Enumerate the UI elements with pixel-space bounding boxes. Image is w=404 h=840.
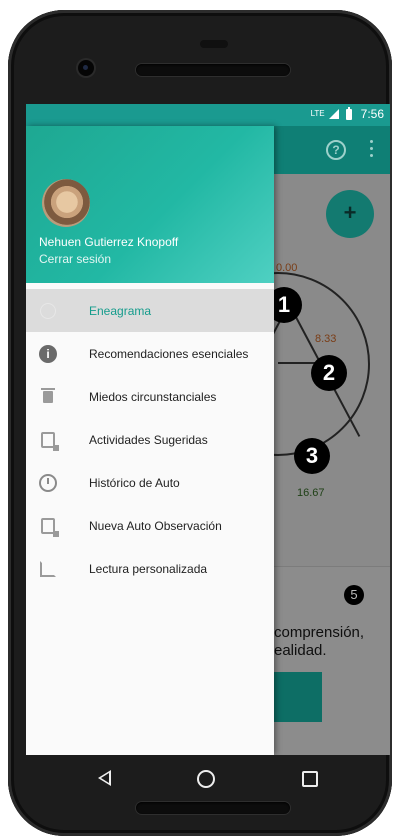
earpiece-speaker: [136, 64, 290, 76]
score-right: 8.33: [315, 333, 337, 345]
action-button[interactable]: [274, 672, 322, 722]
add-button[interactable]: +: [326, 190, 374, 238]
description-line-2: ealidad.: [274, 642, 327, 659]
drawer-menu: Eneagrama i Recomendaciones esenciales M…: [26, 289, 274, 590]
enneagram-number-3[interactable]: 3: [294, 438, 330, 474]
drawer-header: Nehuen Gutierrez Knopoff Cerrar sesión: [26, 126, 274, 283]
description-text: comprensión, ealidad.: [274, 624, 390, 660]
enneagram-icon: [38, 300, 58, 321]
recents-icon[interactable]: [302, 771, 318, 787]
logout-link[interactable]: Cerrar sesión: [39, 252, 111, 266]
home-icon[interactable]: [197, 770, 215, 788]
count-badge: 5: [344, 585, 364, 605]
clock-icon: [38, 473, 58, 493]
menu-item-label: Recomendaciones esenciales: [89, 346, 249, 361]
user-name: Nehuen Gutierrez Knopoff: [39, 235, 179, 249]
network-type: LTE: [310, 109, 325, 118]
menu-item-recomendaciones[interactable]: i Recomendaciones esenciales: [26, 332, 274, 375]
menu-item-historico[interactable]: Histórico de Auto: [26, 461, 274, 504]
bottom-speaker: [136, 802, 290, 814]
battery-icon: [345, 106, 352, 120]
status-time: 7:56: [360, 107, 384, 121]
menu-item-label: Actividades Sugeridas: [89, 432, 208, 447]
clipboard-icon: [38, 430, 59, 451]
proximity-sensor: [200, 40, 228, 48]
back-icon[interactable]: [98, 770, 111, 786]
menu-item-eneagrama[interactable]: Eneagrama: [26, 289, 274, 332]
enneagram-number-2[interactable]: 2: [311, 355, 347, 391]
info-icon: i: [38, 344, 58, 364]
menu-item-label: Histórico de Auto: [89, 475, 180, 490]
trash-icon: [38, 387, 58, 407]
score-top: 0.00: [276, 262, 298, 274]
system-nav-bar: [26, 755, 390, 803]
score-bottom: 16.67: [297, 487, 325, 499]
menu-item-actividades[interactable]: Actividades Sugeridas: [26, 418, 274, 461]
menu-item-nueva-observacion[interactable]: Nueva Auto Observación: [26, 504, 274, 547]
menu-item-miedos[interactable]: Miedos circunstanciales: [26, 375, 274, 418]
more-vert-icon[interactable]: [370, 140, 374, 160]
signal-icon: [328, 109, 339, 119]
avatar[interactable]: [42, 179, 90, 227]
menu-item-lectura[interactable]: Lectura personalizada: [26, 547, 274, 590]
description-line-1: comprensión,: [274, 624, 365, 641]
menu-item-label: Eneagrama: [89, 303, 152, 318]
menu-item-label: Lectura personalizada: [89, 561, 208, 576]
status-bar: LTE 7:56: [26, 104, 390, 126]
crop-icon: [38, 559, 58, 579]
menu-item-label: Nueva Auto Observación: [89, 518, 222, 533]
question-circle-icon[interactable]: ?: [326, 140, 346, 160]
device-screen: LTE 7:56 ? + 0.00 1 8.33 2 3 16.67 5 com…: [26, 104, 390, 755]
menu-item-label: Miedos circunstanciales: [89, 389, 217, 404]
front-camera-icon: [78, 60, 94, 76]
enneagram-line: [278, 362, 318, 364]
navigation-drawer: Nehuen Gutierrez Knopoff Cerrar sesión E…: [26, 126, 274, 755]
clipboard-icon: [38, 516, 59, 537]
